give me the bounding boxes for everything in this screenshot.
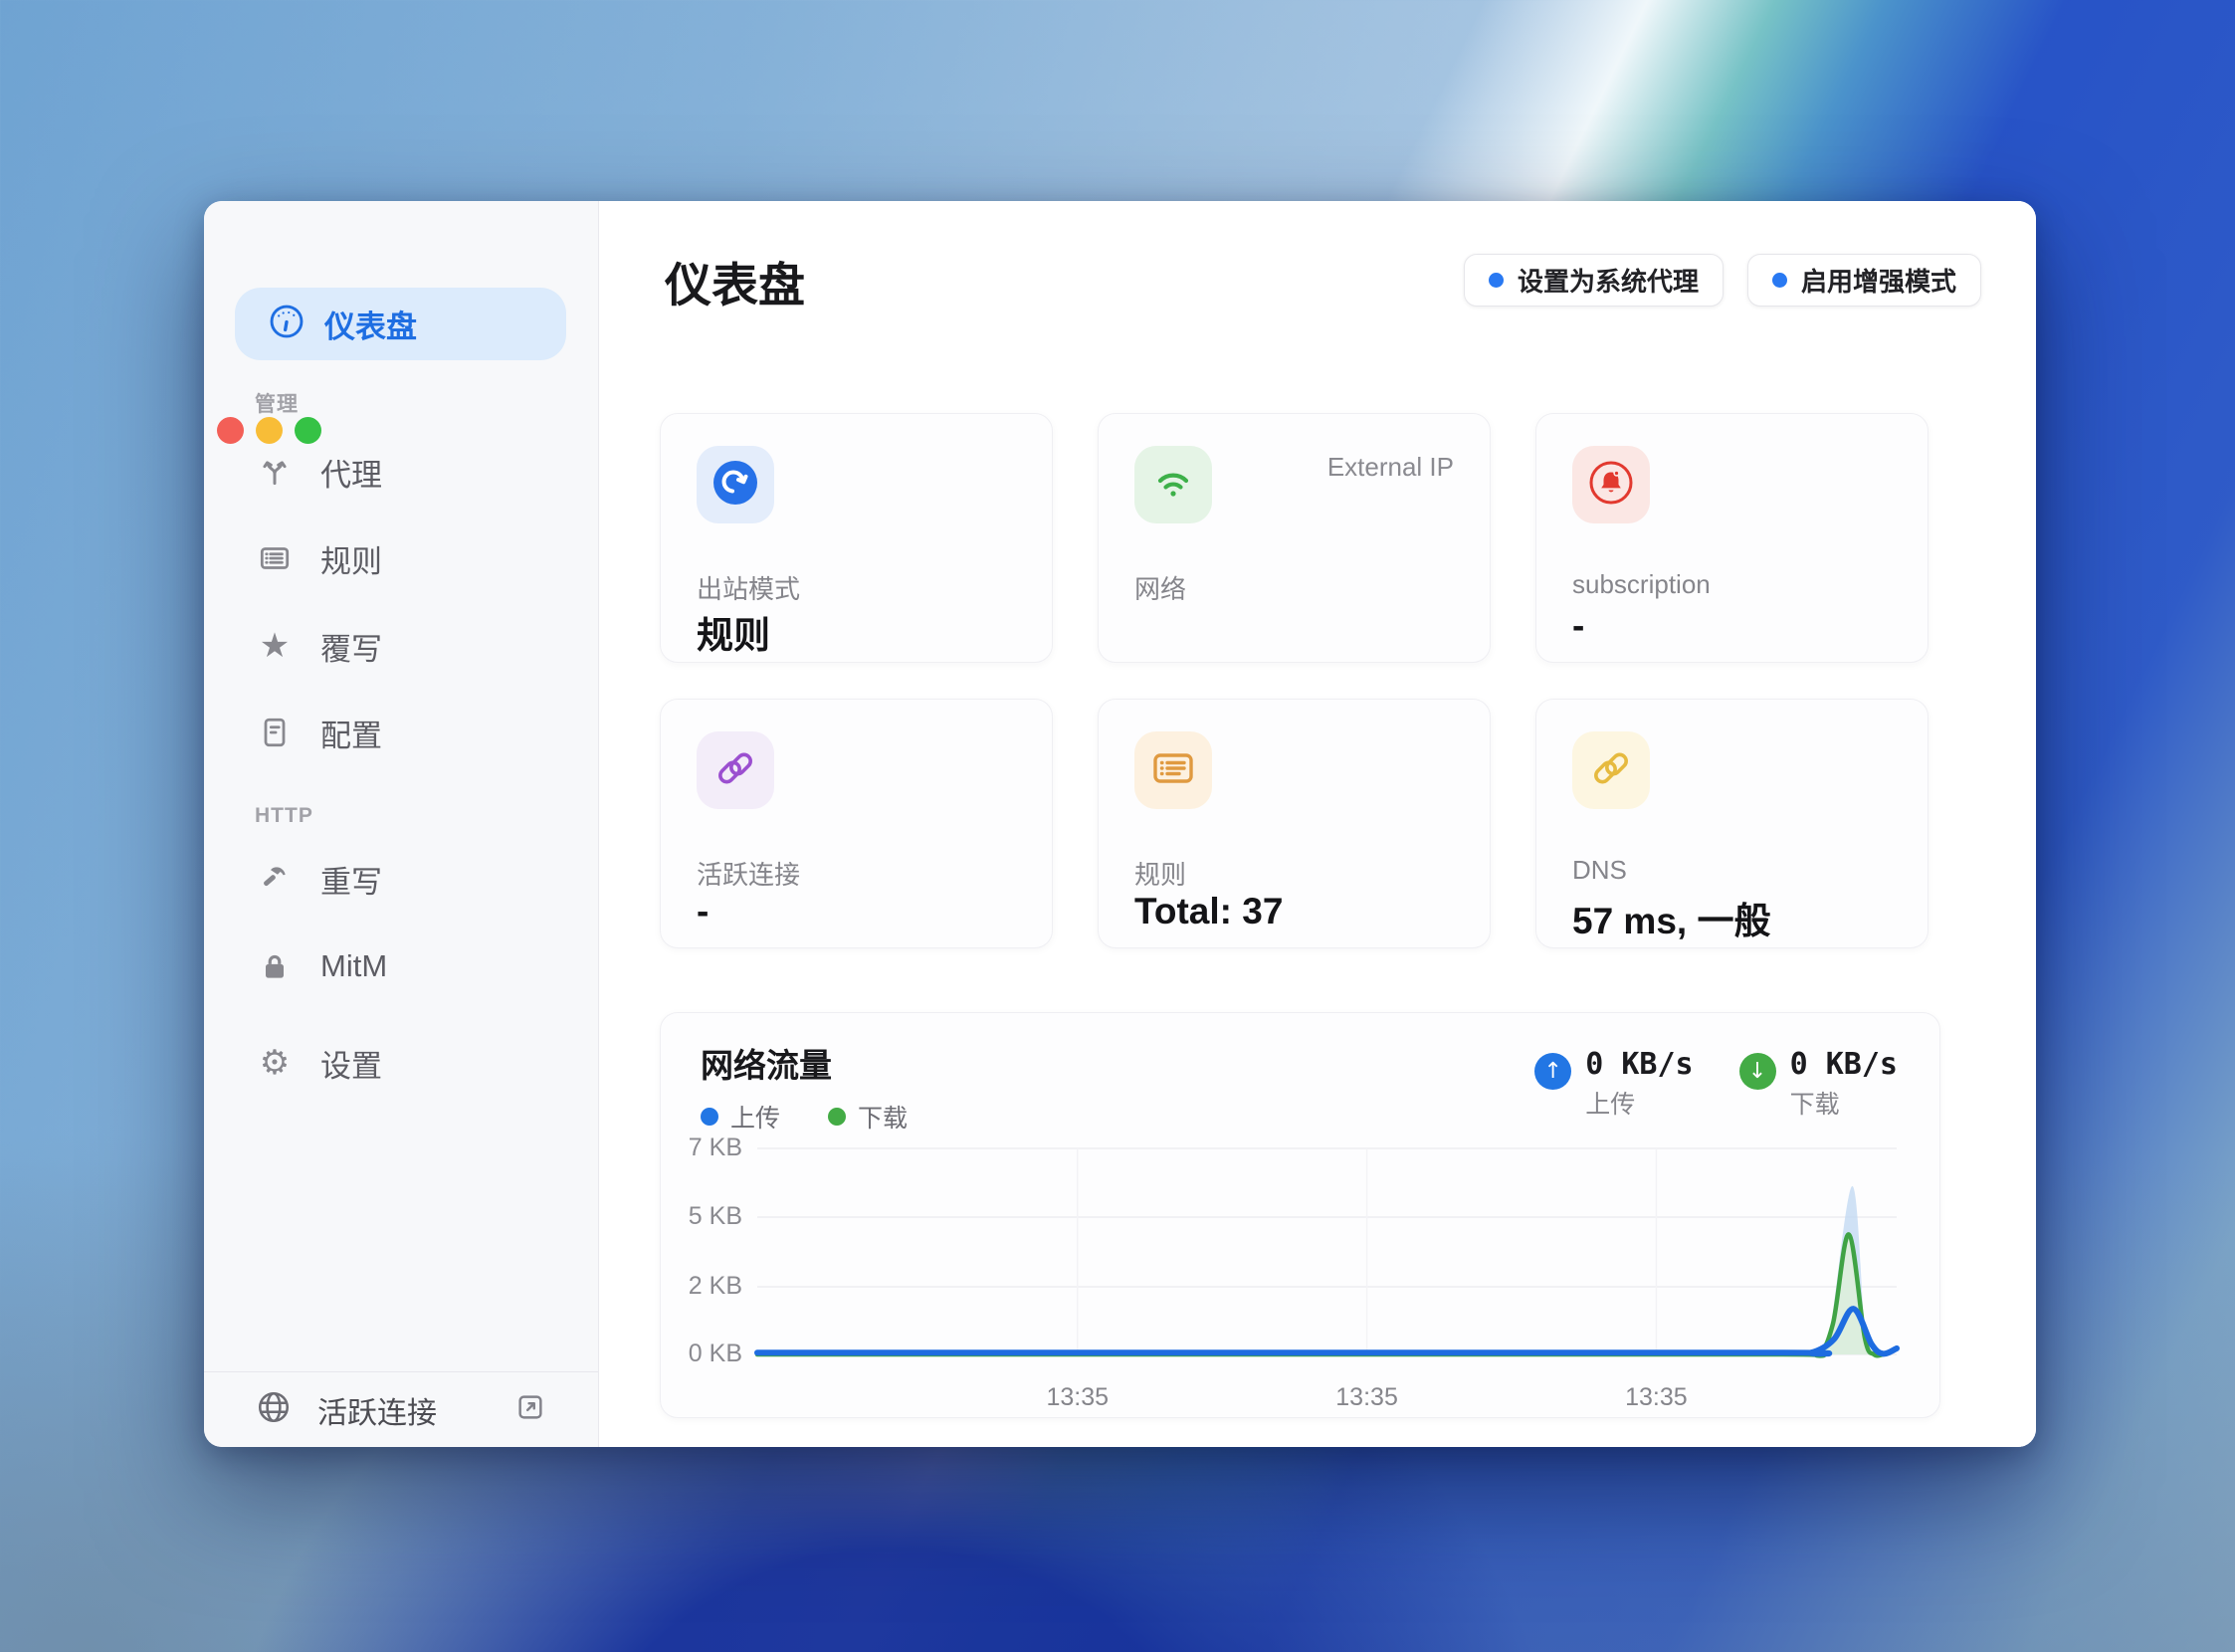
download-stat: ↓ 0 KB/s 下载 — [1738, 1047, 1898, 1121]
legend-download: 下载 — [828, 1099, 908, 1135]
app-window: 仪表盘 管理 代理 规则 ★ 覆写 配置 HTTP 重写 MitM ⚙ 设置 活… — [204, 201, 2036, 1447]
sidebar-item-settings[interactable]: ⚙ 设置 — [255, 1032, 553, 1094]
proxy-split-icon — [255, 452, 295, 492]
card-network: External IP 网络 — [1098, 413, 1491, 663]
minimize-button[interactable] — [256, 417, 283, 444]
sidebar-item-label: 代理 — [320, 457, 382, 493]
sidebar-item-label: 规则 — [320, 543, 382, 579]
y-tick-label: 2 KB — [688, 1272, 742, 1300]
card-rules: 规则 Total: 37 — [1098, 699, 1491, 948]
sidebar-section-http: HTTP — [255, 804, 313, 827]
traffic-stats: ↑ 0 KB/s 上传 ↓ 0 KB/s 下载 — [1534, 1047, 1898, 1121]
rules-card-icon — [1149, 744, 1197, 797]
star-icon: ★ — [259, 626, 291, 666]
upload-speed-value: 0 KB/s — [1585, 1047, 1694, 1082]
sidebar-section-manage: 管理 — [255, 393, 299, 416]
upload-stat: ↑ 0 KB/s 上传 — [1534, 1047, 1694, 1121]
card-subscription: subscription - — [1535, 413, 1929, 663]
zoom-button[interactable] — [295, 417, 321, 444]
card-label: 活跃连接 — [697, 860, 801, 890]
card-value: - — [1572, 605, 1585, 646]
card-corner-label: External IP — [1326, 452, 1454, 482]
wifi-icon — [1149, 459, 1197, 512]
traffic-plot — [754, 1140, 1900, 1361]
traffic-chart-svg — [754, 1147, 1900, 1358]
sidebar-footer-connections[interactable]: 活跃连接 — [204, 1371, 598, 1447]
y-tick-label: 7 KB — [688, 1134, 742, 1161]
chart-legend: 上传 下载 — [701, 1099, 908, 1135]
traffic-chart-card: 网络流量 上传 下载 ↑ 0 KB/s 上传 ↓ 0 KB/s 下载 0 KB … — [660, 1012, 1940, 1418]
card-active-connections: 活跃连接 - — [660, 699, 1053, 948]
card-label: DNS — [1572, 855, 1627, 885]
download-speed-label: 下载 — [1789, 1091, 1840, 1119]
legend-dot-download — [828, 1108, 847, 1126]
x-tick-label: 13:35 — [1625, 1383, 1688, 1411]
lock-icon — [255, 946, 295, 986]
main-content: 仪表盘 设置为系统代理 启用增强模式 出站模式 规则 External IP 网… — [599, 201, 2036, 1447]
globe-icon — [256, 1389, 292, 1430]
close-button[interactable] — [217, 417, 244, 444]
chain-link-icon — [711, 744, 759, 797]
sidebar-item-label: 仪表盘 — [324, 310, 417, 344]
sidebar-item-mitm[interactable]: MitM — [255, 935, 553, 997]
sidebar-item-label: 覆写 — [320, 631, 382, 667]
upload-speed-label: 上传 — [1585, 1091, 1636, 1119]
card-dns: DNS 57 ms, 一般 — [1535, 699, 1929, 948]
page-title: 仪表盘 — [665, 259, 805, 311]
status-dot — [1488, 273, 1504, 288]
chart-y-axis: 0 KB 2 KB 5 KB 7 KB — [683, 1134, 742, 1367]
status-dot — [1771, 273, 1787, 288]
bell-alert-icon — [1587, 459, 1635, 512]
download-arrow-icon: ↓ — [1738, 1053, 1776, 1090]
card-value: 57 ms, 一般 — [1572, 901, 1771, 941]
gear-icon: ⚙ — [259, 1043, 291, 1083]
download-speed-value: 0 KB/s — [1789, 1047, 1898, 1082]
sidebar-item-label: MitM — [320, 948, 388, 983]
sidebar-item-config[interactable]: 配置 — [255, 702, 553, 763]
set-system-proxy-button[interactable]: 设置为系统代理 — [1463, 254, 1724, 307]
card-label: 网络 — [1134, 574, 1187, 604]
sidebar-item-label: 重写 — [320, 864, 382, 900]
card-label: subscription — [1572, 569, 1711, 599]
external-link-icon[interactable] — [514, 1391, 546, 1428]
sidebar-footer-label: 活跃连接 — [317, 1396, 437, 1430]
stat-cards: 出站模式 规则 External IP 网络 subscription - 活跃… — [660, 413, 1929, 948]
sidebar-item-label: 配置 — [320, 718, 382, 753]
sidebar-item-override[interactable]: ★ 覆写 — [255, 615, 553, 677]
card-outbound-mode: 出站模式 规则 — [660, 413, 1053, 663]
sidebar-item-label: 设置 — [320, 1048, 382, 1084]
enable-enhanced-mode-button[interactable]: 启用增强模式 — [1746, 254, 1981, 307]
header-buttons: 设置为系统代理 启用增强模式 — [1463, 254, 1981, 307]
gauge-icon — [268, 303, 305, 345]
chart-title: 网络流量 — [701, 1047, 832, 1084]
card-value: - — [697, 891, 710, 931]
legend-dot-upload — [701, 1108, 718, 1126]
rules-list-icon — [255, 538, 295, 578]
chain-link-icon — [1587, 744, 1635, 797]
config-doc-icon — [255, 713, 295, 752]
chart-x-axis: 13:35 13:35 13:35 — [757, 1383, 1897, 1413]
card-label: 出站模式 — [697, 574, 801, 604]
redirect-icon — [711, 459, 759, 512]
card-value: 规则 — [697, 615, 770, 656]
hammer-icon — [255, 859, 295, 899]
sidebar-item-rewrite[interactable]: 重写 — [255, 848, 553, 910]
y-tick-label: 0 KB — [688, 1340, 742, 1367]
x-tick-label: 13:35 — [1046, 1383, 1110, 1411]
card-value: Total: 37 — [1134, 891, 1284, 931]
sidebar-item-proxy[interactable]: 代理 — [255, 441, 553, 503]
x-tick-label: 13:35 — [1335, 1383, 1398, 1411]
y-tick-label: 5 KB — [688, 1202, 742, 1230]
sidebar-item-dashboard[interactable]: 仪表盘 — [235, 288, 566, 360]
sidebar-item-rules[interactable]: 规则 — [255, 527, 553, 589]
upload-arrow-icon: ↑ — [1534, 1053, 1572, 1090]
legend-upload: 上传 — [701, 1099, 780, 1135]
card-label: 规则 — [1134, 860, 1187, 890]
sidebar: 仪表盘 管理 代理 规则 ★ 覆写 配置 HTTP 重写 MitM ⚙ 设置 活… — [204, 201, 599, 1447]
